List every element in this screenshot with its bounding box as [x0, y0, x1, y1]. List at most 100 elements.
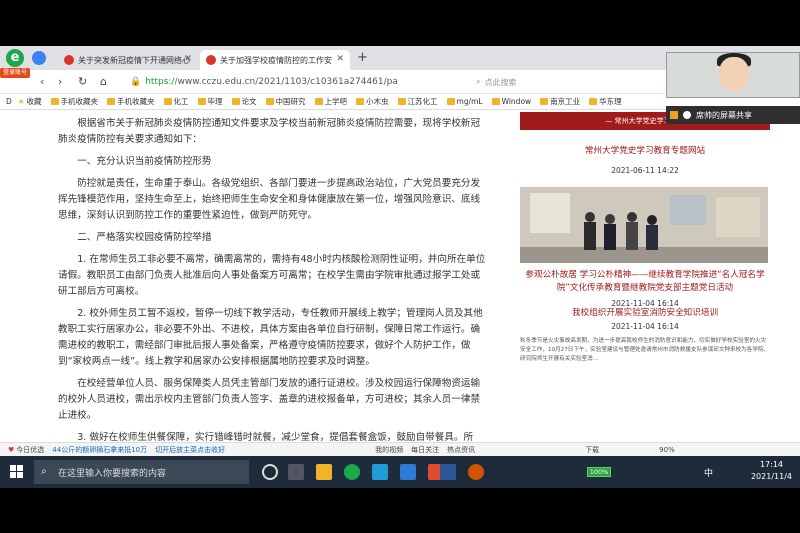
url-protocol: https:// — [145, 77, 178, 87]
user-icon — [670, 111, 678, 119]
bookmark-item[interactable]: 化工 — [163, 96, 189, 107]
search-icon: ⌕ — [476, 77, 481, 86]
zoom-level[interactable]: 90% — [659, 446, 675, 454]
status-item[interactable]: 今日优选 — [16, 445, 44, 455]
close-tab-icon[interactable]: ✕ — [184, 54, 192, 64]
bookmark-item[interactable]: 小木虫 — [356, 96, 389, 107]
browser-taskbar-icon[interactable] — [344, 464, 360, 480]
windows-start-icon[interactable] — [10, 465, 23, 478]
article-paragraph: 防控就是责任，生命重于泰山。各级党组织、各部门要进一步提高政治站位，广大党员要充… — [58, 178, 481, 221]
bookmark-item[interactable]: 论文 — [231, 96, 257, 107]
cortana-icon[interactable] — [262, 464, 278, 480]
news-link[interactable]: 参观公朴故居 学习公朴精神——继续教育学院推进“名人冠名学院”文化传承教育暨继教… — [520, 269, 770, 295]
bookmark-label: mg/mL — [456, 97, 483, 106]
status-item[interactable]: 切开后放主菜点击收好 — [155, 445, 225, 455]
article-body: 根据省市关于新冠肺炎疫情防控通知文件要求及学校当前新冠肺炎疫情防控需要，现将学校… — [58, 116, 488, 452]
bookmark-item[interactable]: 上学吧 — [314, 96, 347, 107]
app-taskbar-icon[interactable] — [372, 464, 388, 480]
sidebar-toggle-icon[interactable]: D — [6, 97, 12, 106]
article-intro: 根据省市关于新冠肺炎疫情防控通知文件要求及学校当前新冠肺炎疫情防控需要，现将学校… — [58, 118, 481, 145]
status-item[interactable]: 下载 — [585, 445, 599, 455]
status-item[interactable]: 我的视频 — [375, 445, 403, 455]
microphone-icon[interactable] — [683, 111, 691, 119]
bookmark-label: 手机收藏夹 — [117, 97, 155, 106]
bookmark-label: 论文 — [241, 97, 257, 106]
status-item[interactable]: 热点资讯 — [447, 445, 475, 455]
news-excerpt: 秋冬季节是火灾事故高发期，为进一步提高我校师生的消防意识和能力，切实做好学校实验… — [520, 338, 770, 362]
article-paragraph: 1. 在常师生员工非必要不离常，确需离常的，需持有48小时内核酸检测阴性证明，并… — [58, 254, 486, 297]
tab-school-epidemic-control[interactable]: 关于加强学校疫情防控的工作安 ✕ — [200, 50, 350, 70]
heart-icon: ♥ — [8, 445, 15, 454]
status-item[interactable]: 44公斤的额卵摘石拿来抵10万 — [52, 445, 147, 455]
bookmark-label: 江苏化工 — [407, 97, 438, 106]
app-taskbar-icon[interactable] — [468, 464, 484, 480]
url-field[interactable]: 🔒 https:// www.cczu.edu.cn/2021/1103/c10… — [130, 73, 460, 91]
bookmark-item[interactable]: 毕理 — [197, 96, 223, 107]
bookmark-label: 收藏 — [26, 97, 42, 106]
clock-time: 17:14 — [759, 460, 784, 469]
bookmark-label: Window — [501, 97, 532, 106]
news-date: 2021-06-11 14:22 — [611, 166, 679, 175]
browser-logo-icon[interactable]: e — [6, 49, 24, 67]
taskbar-search-placeholder: 在这里输入你要搜索的内容 — [58, 468, 167, 479]
home-icon[interactable]: ⌂ — [100, 75, 107, 88]
bookmark-label: 手机收藏夹 — [60, 97, 99, 106]
status-item[interactable]: 每日关注 — [411, 445, 439, 455]
bookmark-item[interactable]: ★ 收藏 — [18, 96, 42, 107]
ime-indicator[interactable]: 中 — [704, 466, 713, 479]
search-icon: ⌕ — [41, 466, 47, 477]
star-icon: ★ — [17, 97, 25, 106]
section-heading: 一、充分认识当前疫情防控形势 — [77, 156, 212, 167]
back-arrow-icon[interactable]: ‹ — [40, 75, 44, 88]
bookmark-label: 中国研究 — [275, 97, 306, 106]
navigation-arrow-icon[interactable] — [32, 51, 46, 65]
url-text: www.cczu.edu.cn/2021/1103/c10361a274461/… — [177, 77, 398, 87]
clock-date: 2021/11/4 — [750, 472, 792, 481]
bookmark-item[interactable]: 中国研究 — [265, 96, 306, 107]
lock-icon: 🔒 — [130, 77, 142, 87]
bookmark-item[interactable]: 南京工业 — [540, 96, 580, 107]
meeting-app-icon[interactable] — [400, 464, 416, 480]
news-link[interactable]: 我校组织开展实验室消防安全知识培训 — [520, 306, 770, 318]
bookmark-item[interactable]: Window — [491, 97, 532, 106]
search-placeholder: 点此搜索 — [484, 77, 517, 87]
article-paragraph: 在校经营单位人员、服务保障类人员凭主管部门发放的通行证进校。涉及校园运行保障物资… — [58, 378, 481, 421]
bookmark-item[interactable]: 手机收藏夹 — [107, 96, 155, 107]
news-link[interactable]: 常州大学党史学习教育专题网站 — [520, 144, 770, 156]
bookmark-item[interactable]: 华东理 — [589, 96, 622, 107]
bookmark-label: 化工 — [173, 97, 189, 106]
clock[interactable]: 17:14 2021/11/4 — [751, 459, 792, 483]
bookmark-item[interactable]: 江苏化工 — [397, 96, 438, 107]
share-label: 席帅的屏幕共享 — [696, 110, 752, 120]
news-sidebar: — 常州大学党史学习教育 常州大学党史学习教育专题网站 2021-06-11 1… — [520, 112, 770, 364]
article-paragraph: 2. 校外师生员工暂不返校，暂停一切线下教学活动，专任教师开展线上教学；管理岗人… — [58, 308, 483, 367]
refresh-icon[interactable]: ↻ — [78, 75, 87, 88]
file-explorer-icon[interactable] — [316, 464, 332, 480]
bookmark-label: 南京工业 — [550, 97, 581, 106]
forward-arrow-icon[interactable]: › — [58, 75, 62, 88]
search-field[interactable]: ⌕ 点此搜索 — [470, 73, 600, 91]
word-icon[interactable] — [440, 464, 456, 480]
site-favicon-icon — [64, 55, 74, 65]
tab-title: 关于加强学校疫情防控的工作安 — [220, 55, 332, 65]
battery-indicator[interactable]: 100% — [587, 467, 611, 477]
close-tab-icon[interactable]: ✕ — [336, 54, 344, 64]
meeting-video-thumbnail[interactable] — [666, 52, 800, 98]
login-badge[interactable]: 登录账号 — [0, 68, 30, 78]
new-tab-button[interactable]: + — [357, 50, 368, 65]
bookmark-label: 小木虫 — [366, 97, 389, 106]
taskbar-search-input[interactable]: ⌕ 在这里输入你要搜索的内容 — [34, 460, 249, 484]
task-view-icon[interactable] — [288, 464, 304, 480]
bookmark-item[interactable]: mg/mL — [446, 97, 483, 106]
tab-title: 关于突发新冠疫情下开通网络心 — [78, 55, 190, 65]
exhibition-photo-icon — [520, 187, 768, 263]
screen-share-bar: 席帅的屏幕共享 — [666, 106, 800, 124]
news-photo[interactable] — [520, 187, 768, 263]
tab-covid-notice[interactable]: 关于突发新冠疫情下开通网络心 ✕ — [58, 50, 198, 70]
news-date: 2021-11-04 16:14 — [611, 322, 679, 331]
bookmark-label: 华东理 — [599, 97, 622, 106]
bookmark-item[interactable]: 手机收藏夹 — [50, 96, 99, 107]
windows-taskbar: ⌕ 在这里输入你要搜索的内容 100% 中 17:14 2021/11/4 — [0, 456, 800, 488]
participant-avatar — [719, 57, 749, 91]
section-heading: 二、严格落实校园疫情防控举措 — [77, 232, 212, 243]
